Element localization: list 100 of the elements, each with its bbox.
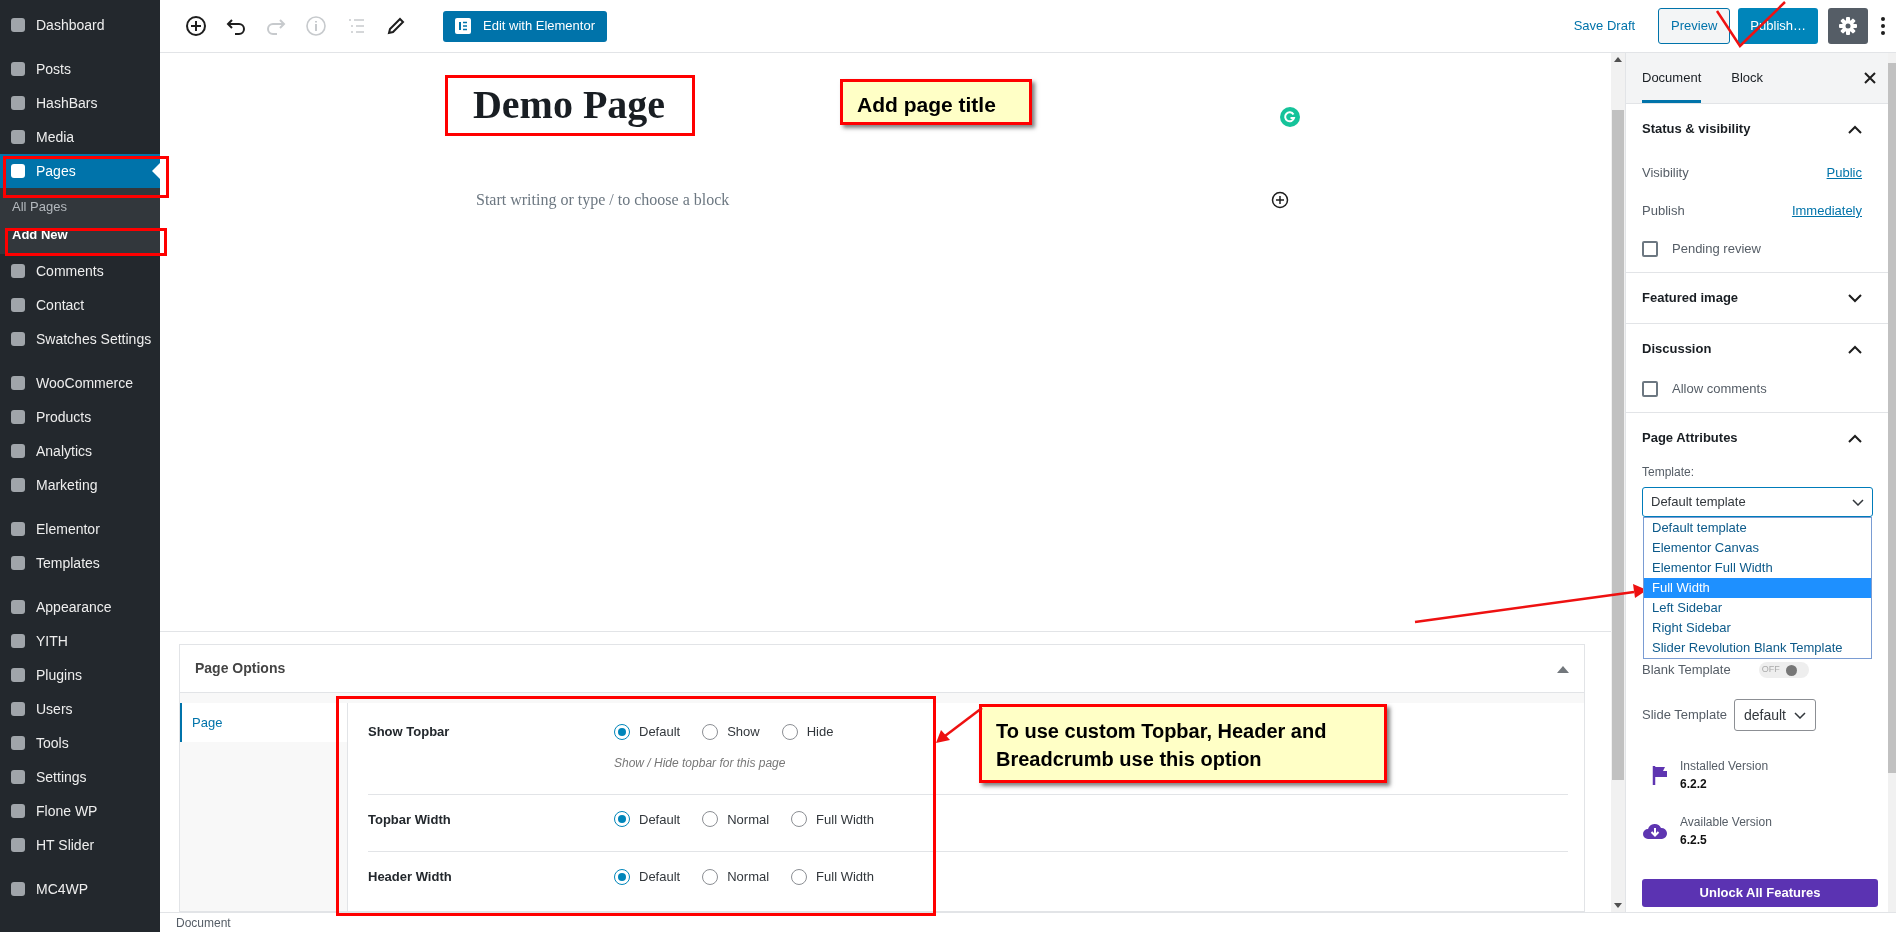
version-number: 6.2.2 — [1680, 776, 1708, 793]
section-title[interactable]: Featured image — [1642, 288, 1739, 308]
callout: Add page title — [840, 79, 1032, 125]
menu-icon — [9, 880, 27, 898]
more-options-icon[interactable] — [1880, 16, 1886, 36]
menu-icon — [9, 666, 27, 684]
field-label: Topbar Width — [368, 810, 452, 829]
add-icon[interactable] — [184, 14, 208, 38]
pointer-triangle-icon — [152, 163, 160, 179]
preview-button[interactable]: Preview — [1658, 8, 1731, 44]
dropdown-option[interactable]: Left Sidebar — [1644, 598, 1871, 618]
panel-tab[interactable]: Document — [1642, 53, 1702, 103]
sidebar-item[interactable]: WooCommerce — [0, 366, 160, 400]
setting-link[interactable]: Public — [1826, 163, 1862, 183]
slide-template-select[interactable]: default — [1733, 699, 1816, 731]
edit-with-elementor-button[interactable]: Edit with Elementor — [443, 10, 607, 42]
chevron-down-icon — [1852, 498, 1864, 506]
close-icon[interactable] — [1864, 72, 1876, 84]
radio-label[interactable]: Hide — [806, 722, 834, 742]
menu-icon — [9, 768, 27, 786]
scroll-down-icon — [1614, 903, 1622, 908]
sidebar-item[interactable]: Flone WP — [0, 794, 160, 828]
field-label: Header Width — [368, 868, 453, 886]
sidebar-item[interactable]: Media — [0, 120, 160, 154]
radio-label[interactable]: Normal — [727, 867, 770, 887]
scrollbar[interactable] — [1611, 53, 1625, 912]
radio-label[interactable]: Normal — [727, 809, 770, 829]
checkbox[interactable] — [1642, 241, 1658, 257]
grammar-assistant-icon[interactable] — [1280, 107, 1300, 127]
sidebar-item[interactable]: Comments — [0, 254, 160, 288]
menu-icon — [9, 374, 27, 392]
chevron-down-icon — [1794, 711, 1806, 719]
field-hint: Show / Hide topbar for this page — [614, 754, 787, 772]
sidebar-item[interactable]: Posts — [0, 52, 160, 86]
dropdown-option[interactable]: Right Sidebar — [1644, 618, 1871, 638]
sidebar-item[interactable]: Appearance — [0, 590, 160, 624]
sidebar-item[interactable]: Templates — [0, 546, 160, 580]
dropdown-list[interactable]: Default template Elementor Canvas Elementor Full Width Full Width Left Sidebar Right Sidebar Slider Revolution Blank Template — [1643, 517, 1872, 659]
radio-label[interactable]: Default — [639, 867, 681, 887]
sidebar-item[interactable]: HT Slider — [0, 828, 160, 862]
sidebar-item[interactable]: HashBars — [0, 86, 160, 120]
section-title[interactable]: Discussion — [1642, 339, 1712, 359]
setting-link[interactable]: Immediately — [1791, 201, 1862, 221]
menu-icon — [9, 802, 27, 820]
sidebar-item[interactable]: Swatches Settings — [0, 322, 160, 356]
dropdown-option[interactable]: Elementor Full Width — [1644, 558, 1871, 578]
section-title[interactable]: Status & visibility — [1642, 119, 1751, 139]
save-draft-link[interactable]: Save Draft — [1573, 16, 1636, 36]
sidebar-item[interactable]: Dashboard — [0, 8, 160, 42]
menu-icon — [9, 162, 27, 180]
menu-icon — [9, 734, 27, 752]
template-select[interactable]: Default template — [1642, 487, 1873, 517]
dropdown-option[interactable]: Default template — [1644, 518, 1871, 538]
dropdown-option[interactable]: Elementor Canvas — [1644, 538, 1871, 558]
checkbox[interactable] — [1642, 381, 1658, 397]
checkbox-label[interactable]: Pending review — [1672, 239, 1761, 259]
panel-tab[interactable]: Block — [1731, 53, 1764, 103]
chevron-down-icon[interactable] — [1848, 293, 1862, 303]
collapse-triangle-icon[interactable] — [1557, 664, 1569, 673]
options-tab[interactable]: Page — [180, 703, 347, 742]
sidebar-item[interactable]: Contact — [0, 288, 160, 322]
radio-label[interactable]: Show — [727, 722, 760, 742]
settings-button[interactable] — [1828, 8, 1868, 44]
panel-title: Page Options — [195, 659, 286, 678]
sidebar-item[interactable]: Settings — [0, 760, 160, 794]
sidebar-item[interactable]: MC4WP — [0, 872, 160, 906]
sidebar-item[interactable]: Users — [0, 692, 160, 726]
sidebar-item[interactable]: Plugins — [0, 658, 160, 692]
radio-label[interactable]: Full Width — [816, 809, 874, 829]
sidebar-item[interactable]: Products — [0, 400, 160, 434]
sidebar-item[interactable]: Tools — [0, 726, 160, 760]
block-placeholder[interactable]: Start writing or type / to choose a block — [476, 188, 730, 212]
dropdown-option[interactable]: Slider Revolution Blank Template — [1644, 638, 1871, 658]
arrow — [936, 707, 983, 743]
scrollbar[interactable] — [1888, 53, 1896, 912]
menu-icon — [9, 60, 27, 78]
sidebar-item[interactable]: Marketing — [0, 468, 160, 502]
radio-label[interactable]: Default — [639, 722, 681, 742]
menu-icon — [9, 94, 27, 112]
checkbox-label[interactable]: Allow comments — [1672, 379, 1767, 399]
section-title[interactable]: Page Attributes — [1642, 428, 1738, 448]
submenu-item[interactable]: All Pages — [0, 193, 160, 221]
radio-label[interactable]: Full Width — [816, 867, 874, 887]
sidebar-item[interactable]: YITH — [0, 624, 160, 658]
scrollbar-thumb[interactable] — [1612, 110, 1624, 780]
chevron-up-icon[interactable] — [1848, 124, 1862, 134]
menu-icon — [9, 554, 27, 572]
breadcrumb-item[interactable]: Document — [176, 913, 231, 932]
chevron-up-icon[interactable] — [1848, 344, 1862, 354]
sidebar-item[interactable]: Analytics — [0, 434, 160, 468]
setting-label: Blank Template — [1642, 661, 1731, 680]
unlock-features-button[interactable]: Unlock All Features — [1642, 879, 1878, 907]
settings-icon — [1838, 16, 1858, 36]
add-block-icon[interactable] — [1271, 191, 1289, 209]
field-label: Show Topbar — [368, 723, 451, 741]
radio-label[interactable]: Default — [639, 809, 681, 829]
page-title[interactable]: Demo Page — [445, 75, 693, 135]
chevron-up-icon[interactable] — [1848, 433, 1862, 443]
sidebar-item[interactable]: Elementor — [0, 512, 160, 546]
scrollbar-thumb[interactable] — [1888, 63, 1896, 773]
